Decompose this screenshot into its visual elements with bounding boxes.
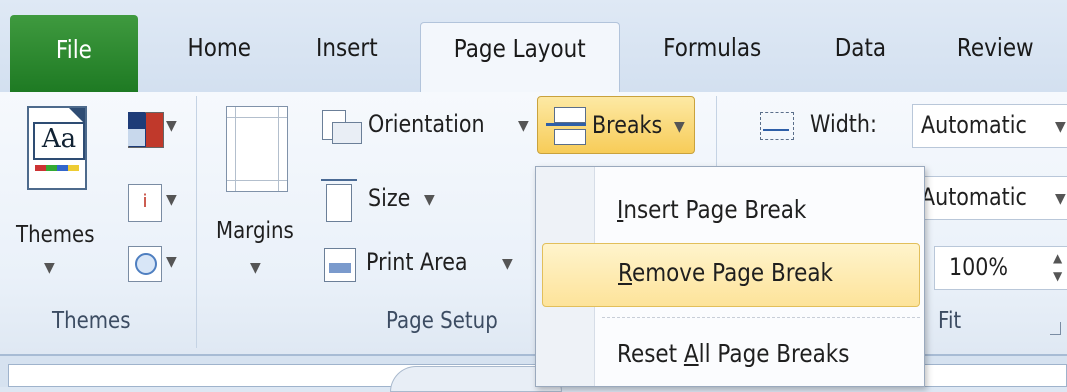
tab-home[interactable]: Home [172, 22, 267, 92]
tab-insert[interactable]: Insert [306, 22, 388, 92]
breaks-icon [546, 107, 586, 145]
group-divider [196, 96, 197, 348]
spin-up-icon[interactable]: ▲ [1053, 251, 1062, 265]
group-label-themes: Themes [52, 308, 131, 334]
width-select[interactable]: Automatic ▼ [912, 104, 1067, 148]
chevron-down-icon: ▼ [166, 192, 177, 208]
menu-item-label: Insert Page Break [617, 195, 807, 224]
tab-page-layout-label: Page Layout [454, 34, 586, 63]
tab-formulas[interactable]: Formulas [652, 22, 772, 92]
ribbon-tab-bar: File Home Insert Page Layout Formulas Da… [0, 0, 1067, 94]
print-area-icon [324, 248, 356, 282]
tab-file-label: File [56, 35, 92, 64]
width-control: Width: [760, 104, 910, 148]
group-label-page-setup: Page Setup [386, 308, 498, 334]
menu-separator [602, 317, 920, 318]
menu-item-reset-all-page-breaks[interactable]: Reset All Page Breaks [542, 325, 920, 389]
scale-value: 100% [949, 253, 1009, 281]
theme-effects-button[interactable]: ▼ [122, 242, 180, 286]
dialog-launcher-icon[interactable] [1050, 322, 1061, 335]
group-label-scale-to-fit: Fit [938, 308, 962, 334]
width-label: Width: [810, 110, 877, 138]
print-area-button[interactable]: Print Area ▼ [318, 242, 518, 286]
scale-spinner[interactable]: 100% ▲ ▼ [934, 246, 1067, 290]
menu-item-label: Remove Page Break [618, 258, 833, 287]
orientation-icon-landscape [332, 122, 362, 144]
breaks-menu: Insert Page Break Remove Page Break Rese… [535, 166, 925, 387]
chevron-down-icon: ▼ [44, 260, 55, 276]
themes-icon: Aa [27, 106, 87, 190]
theme-colors-swatch-icon [128, 112, 145, 129]
height-value: Automatic [921, 183, 1027, 211]
spin-down-icon[interactable]: ▼ [1053, 269, 1062, 283]
size-button[interactable]: Size ▼ [318, 179, 438, 224]
chevron-down-icon: ▼ [424, 192, 435, 208]
print-area-label: Print Area [366, 248, 468, 276]
themes-button[interactable]: Aa Themes ▼ [8, 92, 116, 298]
chevron-down-icon: ▼ [166, 254, 177, 270]
chevron-down-icon: ▼ [502, 256, 513, 272]
themes-button-label: Themes [16, 222, 95, 248]
width-value: Automatic [921, 111, 1027, 139]
margins-button[interactable]: Margins ▼ [206, 92, 294, 298]
tab-file[interactable]: File [10, 15, 138, 92]
breaks-label: Breaks [592, 111, 663, 139]
tab-page-layout[interactable]: Page Layout [420, 22, 620, 94]
menu-item-remove-page-break[interactable]: Remove Page Break [542, 243, 920, 307]
tab-data[interactable]: Data [826, 22, 895, 92]
theme-colors-button[interactable]: ▼ [122, 106, 180, 150]
theme-effects-icon [128, 246, 162, 282]
margins-icon [226, 106, 288, 192]
chevron-down-icon: ▼ [1055, 191, 1066, 207]
tab-review[interactable]: Review [948, 22, 1043, 92]
margins-button-label: Margins [216, 218, 294, 244]
chevron-down-icon: ▼ [674, 119, 685, 135]
orientation-button[interactable]: Orientation ▼ [318, 104, 538, 148]
chevron-down-icon: ▼ [250, 260, 261, 276]
theme-fonts-button[interactable]: i ▼ [122, 180, 180, 224]
theme-fonts-icon: i [128, 184, 162, 222]
size-label: Size [368, 184, 411, 212]
breaks-button[interactable]: Breaks ▼ [537, 96, 695, 154]
orientation-label: Orientation [368, 110, 485, 138]
menu-item-insert-page-break[interactable]: Insert Page Break [542, 181, 920, 245]
menu-item-label: Reset All Page Breaks [617, 339, 850, 368]
height-select[interactable]: Automatic ▼ [912, 176, 1067, 220]
chevron-down-icon: ▼ [518, 118, 529, 134]
width-icon [760, 112, 794, 140]
size-icon [321, 179, 357, 222]
chevron-down-icon: ▼ [166, 118, 177, 134]
chevron-down-icon: ▼ [1055, 119, 1066, 135]
theme-colors-swatch-light [128, 129, 145, 146]
